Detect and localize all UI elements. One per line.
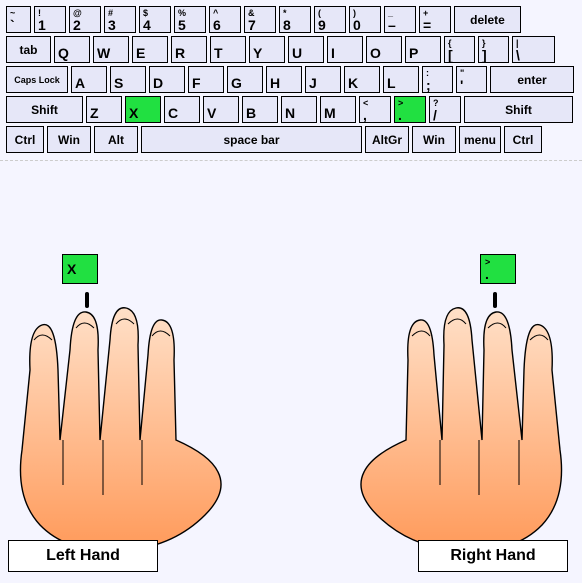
key-s[interactable]: S <box>110 66 146 93</box>
key-a[interactable]: A <box>71 66 107 93</box>
key-i[interactable]: I <box>327 36 363 63</box>
key-tab[interactable]: tab <box>6 36 51 63</box>
key-5[interactable]: %5 <box>174 6 206 33</box>
key-row-1: ~`!1@2#3$4%5^6&7*8(9)0_–+=delete <box>6 6 576 33</box>
key-u[interactable]: U <box>288 36 324 63</box>
key-8[interactable]: *8 <box>279 6 311 33</box>
key-6[interactable]: ^6 <box>209 6 241 33</box>
key-p[interactable]: P <box>405 36 441 63</box>
key-row-3: Caps LockASDFGHJKL:;"'enter <box>6 66 576 93</box>
key-j[interactable]: J <box>305 66 341 93</box>
key-[interactable]: += <box>419 6 451 33</box>
key-shift[interactable]: Shift <box>6 96 83 123</box>
key-capslock[interactable]: Caps Lock <box>6 66 68 93</box>
key-4[interactable]: $4 <box>139 6 171 33</box>
key-[interactable]: >. <box>394 96 426 123</box>
key-row-4: ShiftZXCVBNM<,>.?/Shift <box>6 96 576 123</box>
hint-top: > <box>485 258 515 267</box>
key-y[interactable]: Y <box>249 36 285 63</box>
hint-bot: . <box>485 267 515 281</box>
right-hand-label: Right Hand <box>418 540 568 572</box>
key-e[interactable]: E <box>132 36 168 63</box>
key-w[interactable]: W <box>93 36 129 63</box>
key-row-5: CtrlWinAltspace barAltGrWinmenuCtrl <box>6 126 576 153</box>
key-[interactable]: {[ <box>444 36 475 63</box>
key-[interactable]: <, <box>359 96 391 123</box>
key-n[interactable]: N <box>281 96 317 123</box>
key-0[interactable]: )0 <box>349 6 381 33</box>
key-ctrl[interactable]: Ctrl <box>6 126 44 153</box>
key-1[interactable]: !1 <box>34 6 66 33</box>
key-7[interactable]: &7 <box>244 6 276 33</box>
key-spacebar[interactable]: space bar <box>141 126 362 153</box>
key-d[interactable]: D <box>149 66 185 93</box>
key-l[interactable]: L <box>383 66 419 93</box>
right-finger-hint: > . <box>480 254 516 284</box>
key-2[interactable]: @2 <box>69 6 101 33</box>
key-b[interactable]: B <box>242 96 278 123</box>
key-h[interactable]: H <box>266 66 302 93</box>
left-hand <box>0 300 230 560</box>
key-[interactable]: |\ <box>512 36 555 63</box>
key-z[interactable]: Z <box>86 96 122 123</box>
keyboard: ~`!1@2#3$4%5^6&7*8(9)0_–+=delete tabQWER… <box>0 0 582 161</box>
key-v[interactable]: V <box>203 96 239 123</box>
key-enter[interactable]: enter <box>490 66 574 93</box>
key-[interactable]: _– <box>384 6 416 33</box>
key-g[interactable]: G <box>227 66 263 93</box>
key-win[interactable]: Win <box>412 126 456 153</box>
key-row-2: tabQWERTYUIOP{[}]|\ <box>6 36 576 63</box>
key-3[interactable]: #3 <box>104 6 136 33</box>
key-[interactable]: ~` <box>6 6 31 33</box>
key-[interactable]: "' <box>456 66 487 93</box>
key-m[interactable]: M <box>320 96 356 123</box>
key-o[interactable]: O <box>366 36 402 63</box>
key-r[interactable]: R <box>171 36 207 63</box>
key-q[interactable]: Q <box>54 36 90 63</box>
left-hand-label: Left Hand <box>8 540 158 572</box>
key-menu[interactable]: menu <box>459 126 501 153</box>
key-shift[interactable]: Shift <box>464 96 573 123</box>
key-[interactable]: }] <box>478 36 509 63</box>
key-f[interactable]: F <box>188 66 224 93</box>
key-c[interactable]: C <box>164 96 200 123</box>
right-hand <box>352 300 582 560</box>
key-altgr[interactable]: AltGr <box>365 126 409 153</box>
key-alt[interactable]: Alt <box>94 126 138 153</box>
key-9[interactable]: (9 <box>314 6 346 33</box>
key-[interactable]: :; <box>422 66 453 93</box>
key-t[interactable]: T <box>210 36 246 63</box>
hands-area: X > . Left Hand Right Hand <box>0 240 582 570</box>
key-ctrl[interactable]: Ctrl <box>504 126 542 153</box>
key-x[interactable]: X <box>125 96 161 123</box>
key-win[interactable]: Win <box>47 126 91 153</box>
hint-bot: X <box>67 262 97 276</box>
key-[interactable]: ?/ <box>429 96 461 123</box>
key-k[interactable]: K <box>344 66 380 93</box>
left-finger-hint: X <box>62 254 98 284</box>
key-delete[interactable]: delete <box>454 6 521 33</box>
